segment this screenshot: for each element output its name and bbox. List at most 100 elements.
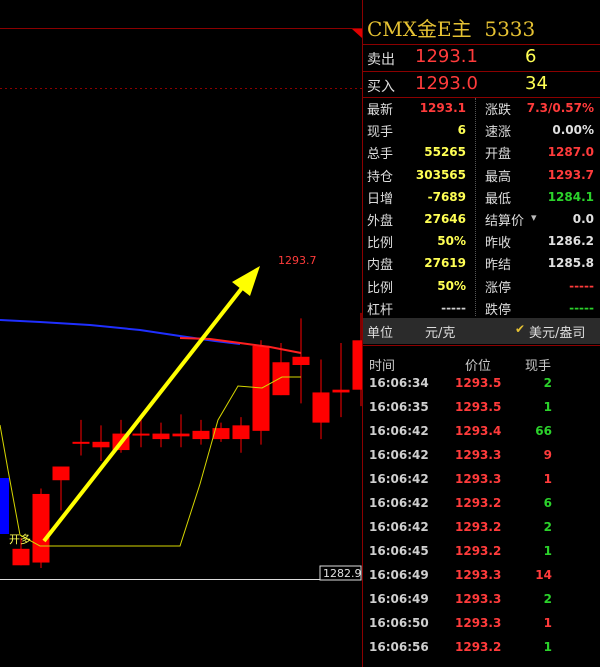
quote-label: 日增 (367, 191, 394, 207)
quote-value: 50% (437, 278, 466, 293)
candle-body (152, 433, 170, 440)
tick-volume: 1 (543, 616, 552, 630)
tick-time: 16:06:42 (369, 472, 429, 486)
quote-label: 内盘 (367, 258, 394, 274)
tick-price: 1293.3 (455, 616, 502, 630)
candle (92, 425, 110, 462)
tick-volume: 6 (543, 496, 552, 510)
unit-label: 单位 (367, 326, 394, 341)
tick-price: 1293.3 (455, 568, 502, 582)
corner-marker-icon (352, 29, 362, 38)
tick-price: 1293.5 (455, 400, 502, 414)
contract-code: 5333 (484, 17, 536, 41)
quote-value: 0.0 (572, 212, 594, 226)
quote-value: 303565 (415, 167, 466, 182)
check-icon: ✔ (515, 322, 526, 336)
candle (232, 417, 250, 453)
tick-volume: 2 (543, 520, 552, 534)
tick-volume: 14 (535, 568, 552, 582)
sell-label: 卖出 (367, 52, 395, 68)
candle-body (0, 478, 9, 534)
quote-label: 最低 (485, 191, 512, 207)
arrow-shaft (42, 286, 244, 543)
quote-label: 昨结 (485, 258, 512, 274)
candle (52, 466, 70, 511)
unit-option-yuan-per-gram[interactable]: 元/克 (425, 322, 455, 341)
quote-label: 涨停 (485, 280, 512, 296)
tick-volume: 2 (543, 592, 552, 606)
quote-value: ----- (569, 278, 594, 293)
moving-average-blue (0, 319, 241, 345)
tick-time: 16:06:34 (369, 376, 429, 390)
candle (32, 488, 50, 569)
tick-time: 16:06:35 (369, 400, 429, 414)
quote-value: 50% (437, 234, 466, 249)
tick-volume: 66 (535, 424, 552, 438)
quote-label: 杠杆 (367, 302, 394, 318)
low-price-label: 1282.9 (323, 567, 362, 580)
quote-value: 7.3/0.57% (526, 101, 594, 115)
kline-chart[interactable]: 1293.7 开多 1282.9 (0, 0, 362, 667)
candle (312, 359, 330, 440)
tick-volume: 1 (543, 472, 552, 486)
quote-value: 55265 (424, 145, 466, 160)
candle-body (312, 392, 330, 423)
buy-label: 买入 (367, 79, 395, 95)
candle (192, 419, 210, 445)
tick-price: 1293.2 (455, 520, 502, 534)
chevron-down-icon[interactable]: ▾ (531, 211, 537, 224)
tick-time: 16:06:50 (369, 616, 429, 630)
candle-body (292, 356, 310, 365)
tick-price: 1293.3 (455, 448, 502, 462)
quote-label: 比例 (367, 236, 394, 252)
tick-price: 1293.2 (455, 640, 502, 654)
quote-label: 最高 (485, 169, 512, 185)
candle-body (92, 441, 110, 448)
quote-value: 27619 (424, 256, 466, 271)
quote-value: 1293.1 (419, 101, 466, 115)
unit-option-usd-per-ounce[interactable]: 美元/盎司 (529, 322, 585, 341)
quote-label: 总手 (367, 147, 394, 163)
tick-price: 1293.5 (455, 376, 502, 390)
sell-volume: 6 (525, 46, 537, 67)
candle-body (332, 389, 350, 393)
tick-price: 1293.2 (455, 544, 502, 558)
candle (72, 419, 90, 456)
quote-panel: CMX金E主 5333 卖出 1293.1 6 买入 1293.0 34 最新 1… (362, 0, 600, 667)
tick-time: 16:06:49 (369, 592, 429, 606)
candle-body (272, 362, 290, 396)
tick-volume: 2 (543, 376, 552, 390)
quote-label: 涨跌 (485, 103, 512, 118)
candle-body (172, 433, 190, 437)
unit-selector: 单位 元/克 ✔ 美元/盎司 (363, 318, 600, 344)
candle-body (32, 493, 50, 563)
sell-row[interactable]: 卖出 1293.1 6 (363, 45, 600, 71)
tick-price: 1293.3 (455, 592, 502, 606)
candle-body (192, 430, 210, 440)
buy-row[interactable]: 买入 1293.0 34 (363, 72, 600, 98)
quote-label: 昨收 (485, 236, 512, 252)
quote-value: 0.00% (552, 123, 594, 138)
contract-name: CMX金E主 (367, 17, 472, 41)
tick-volume: 1 (543, 640, 552, 654)
tick-time: 16:06:42 (369, 520, 429, 534)
buy-volume: 34 (525, 73, 548, 94)
quote-label: 跌停 (485, 302, 512, 318)
quote-value: -7689 (427, 189, 466, 204)
quote-label: 开盘 (485, 147, 512, 163)
quote-value: 6 (457, 123, 466, 138)
quote-label[interactable]: 结算价 (485, 210, 524, 229)
candle (252, 340, 270, 445)
divider (363, 345, 600, 346)
tick-volume: 9 (543, 448, 552, 462)
candle-body (132, 433, 150, 436)
ticks-header-time: 时间 (369, 359, 396, 374)
quote-value: 1284.1 (547, 189, 594, 204)
tick-price: 1293.4 (455, 424, 502, 438)
quote-label: 外盘 (367, 214, 394, 229)
candle (172, 414, 190, 448)
tick-price: 1293.3 (455, 472, 502, 486)
quote-value: 1293.7 (547, 167, 594, 182)
quote-value: 27646 (424, 212, 466, 226)
candle-body (12, 548, 30, 566)
